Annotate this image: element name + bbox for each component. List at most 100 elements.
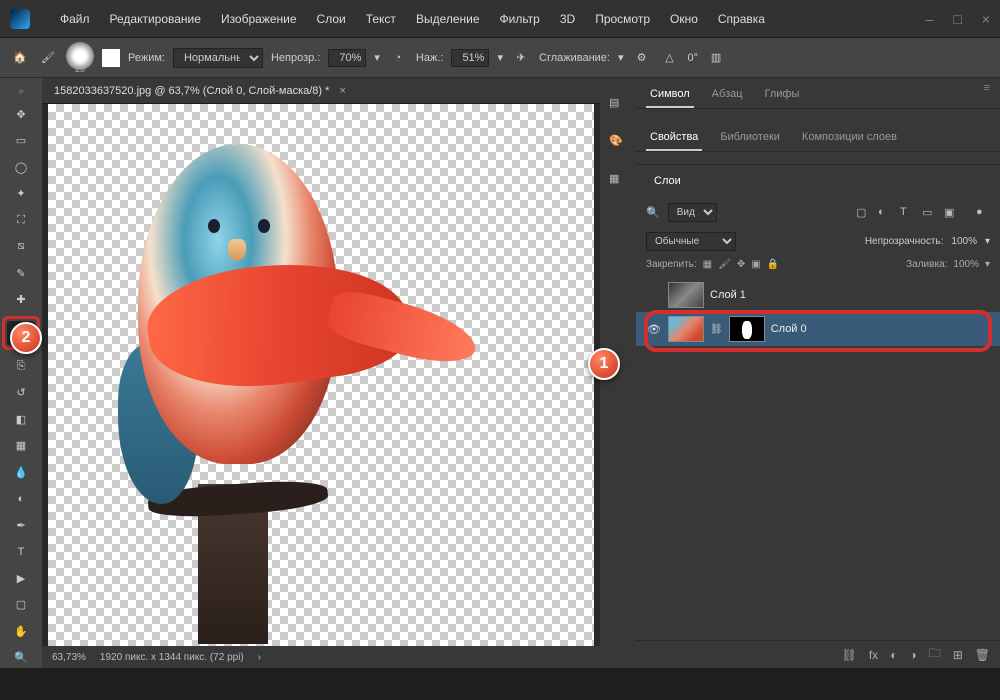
crop-tool[interactable]: ⛶	[7, 210, 35, 231]
mask-link-icon[interactable]: ⛓	[710, 324, 723, 335]
tab-libraries[interactable]: Библиотеки	[716, 125, 784, 151]
layer-mask-thumbnail[interactable]	[729, 316, 765, 342]
minimize-button[interactable]: –	[926, 11, 934, 27]
menu-image[interactable]: Изображение	[211, 8, 307, 30]
opacity-value[interactable]: 70%	[328, 49, 366, 67]
eraser-tool[interactable]: ◧	[7, 409, 35, 430]
menu-file[interactable]: Файл	[50, 8, 100, 30]
menu-filter[interactable]: Фильтр	[490, 8, 550, 30]
move-tool[interactable]: ✥	[7, 104, 35, 125]
lock-brush-icon[interactable]: 🖌	[718, 259, 731, 270]
search-icon[interactable]: 🔍	[646, 206, 660, 219]
mask-icon[interactable]: ◐	[890, 648, 897, 662]
gradient-tool[interactable]: ▦	[7, 435, 35, 456]
dodge-tool[interactable]: ◐	[7, 488, 35, 509]
layer-thumbnail[interactable]	[668, 316, 704, 342]
lock-all-icon[interactable]: 🔒	[767, 259, 779, 270]
gear-icon[interactable]: ⚙	[632, 48, 652, 68]
menu-view[interactable]: Просмотр	[585, 8, 660, 30]
document-title: 1582033637520.jpg @ 63,7% (Слой 0, Слой-…	[54, 85, 329, 97]
menu-layers[interactable]: Слои	[307, 8, 356, 30]
expand-tools-icon[interactable]: »	[0, 86, 42, 98]
shape-tool[interactable]: ▢	[7, 594, 35, 615]
status-arrow-icon[interactable]: ›	[258, 652, 261, 663]
angle-icon[interactable]: △	[660, 48, 680, 68]
tool-preset-icon[interactable]: 🖌	[38, 48, 58, 68]
menu-window[interactable]: Окно	[660, 8, 708, 30]
layer-name[interactable]: Слой 1	[710, 289, 746, 301]
zoom-level[interactable]: 63,73%	[52, 652, 86, 663]
delete-layer-icon[interactable]: 🗑	[975, 648, 990, 662]
frame-tool[interactable]: ⧅	[7, 236, 35, 257]
brush-panel-icon[interactable]	[102, 49, 120, 67]
layer-filter-select[interactable]: Вид	[668, 203, 717, 222]
layer-row[interactable]: Слой 1	[636, 278, 1000, 312]
layer-name[interactable]: Слой 0	[771, 323, 807, 335]
eyedropper-tool[interactable]: ✎	[7, 263, 35, 284]
angle-value[interactable]: 0°	[688, 52, 699, 64]
document-tab[interactable]: 1582033637520.jpg @ 63,7% (Слой 0, Слой-…	[42, 78, 600, 104]
healing-tool[interactable]: ✚	[7, 289, 35, 310]
pressure-opacity-icon[interactable]: ◔	[388, 48, 408, 68]
blur-tool[interactable]: 💧	[7, 462, 35, 483]
tab-symbol[interactable]: Символ	[646, 82, 694, 108]
layer-list: Слой 1 👁 ⛓ Слой 0	[636, 274, 1000, 640]
airbrush-icon[interactable]: ✈	[511, 48, 531, 68]
menu-select[interactable]: Выделение	[406, 8, 490, 30]
fill-value[interactable]: 100%	[953, 259, 979, 270]
flow-label: Наж.:	[416, 52, 444, 64]
filter-adjust-icon[interactable]: ◐	[878, 206, 892, 220]
zoom-tool[interactable]: 🔍	[7, 647, 35, 668]
filter-shape-icon[interactable]: ▭	[922, 206, 936, 220]
status-bar: 63,73% 1920 пикс. x 1344 пикс. (72 ppi) …	[42, 646, 600, 668]
tab-glyphs[interactable]: Глифы	[761, 82, 804, 108]
filter-image-icon[interactable]: ▢	[856, 206, 870, 220]
panel-menu-icon[interactable]: ≡	[984, 82, 990, 108]
type-tool[interactable]: T	[7, 541, 35, 562]
menu-3d[interactable]: 3D	[550, 8, 585, 30]
mode-label: Режим:	[128, 52, 165, 64]
visibility-toggle[interactable]: 👁	[646, 323, 662, 336]
quick-select-tool[interactable]: ✦	[7, 183, 35, 204]
maximize-button[interactable]: □	[953, 11, 961, 27]
symmetry-icon[interactable]: ▥	[706, 48, 726, 68]
lasso-tool[interactable]: ◯	[7, 157, 35, 178]
filter-toggle-icon[interactable]: ●	[976, 206, 990, 220]
new-layer-icon[interactable]: ⊞	[953, 648, 963, 662]
layer-opacity-value[interactable]: 100%	[951, 236, 977, 247]
swatches-icon[interactable]: 🎨	[609, 134, 627, 152]
close-button[interactable]: ×	[982, 11, 990, 27]
group-icon[interactable]: 🗀	[929, 644, 941, 665]
lock-move-icon[interactable]: ✥	[737, 259, 745, 270]
lock-artboard-icon[interactable]: ▣	[751, 259, 760, 270]
pen-tool[interactable]: ✒	[7, 515, 35, 536]
tab-layer-comps[interactable]: Композиции слоев	[798, 125, 901, 151]
marquee-tool[interactable]: ▭	[7, 130, 35, 151]
path-select-tool[interactable]: ▶	[7, 568, 35, 589]
menu-help[interactable]: Справка	[708, 8, 775, 30]
tab-layers[interactable]: Слои	[646, 171, 689, 191]
menu-text[interactable]: Текст	[356, 8, 406, 30]
fx-icon[interactable]: fx	[869, 648, 878, 662]
layer-thumbnail[interactable]	[668, 282, 704, 308]
filter-type-icon[interactable]: T	[900, 206, 914, 220]
grid-icon[interactable]: ▦	[609, 172, 627, 190]
lock-pixels-icon[interactable]: ▦	[703, 259, 712, 270]
adjustment-icon[interactable]: ◑	[909, 648, 916, 662]
menu-edit[interactable]: Редактирование	[100, 8, 211, 30]
close-tab-icon[interactable]: ×	[339, 85, 345, 97]
blend-mode-select[interactable]: Нормальный	[173, 48, 263, 68]
hand-tool[interactable]: ✋	[7, 621, 35, 642]
home-icon[interactable]: 🏠	[10, 48, 30, 68]
tab-properties[interactable]: Свойства	[646, 125, 702, 151]
stamp-tool[interactable]: ⎘	[7, 356, 35, 377]
layer-row-selected[interactable]: 👁 ⛓ Слой 0	[636, 312, 1000, 346]
tab-paragraph[interactable]: Абзац	[708, 82, 747, 108]
link-layers-icon[interactable]: ⛓	[842, 648, 857, 662]
canvas[interactable]	[48, 104, 594, 646]
histogram-icon[interactable]: ▤	[609, 96, 627, 114]
filter-smart-icon[interactable]: ▣	[944, 206, 958, 220]
flow-value[interactable]: 51%	[451, 49, 489, 67]
history-brush-tool[interactable]: ↺	[7, 382, 35, 403]
blend-mode-layers-select[interactable]: Обычные	[646, 232, 736, 251]
